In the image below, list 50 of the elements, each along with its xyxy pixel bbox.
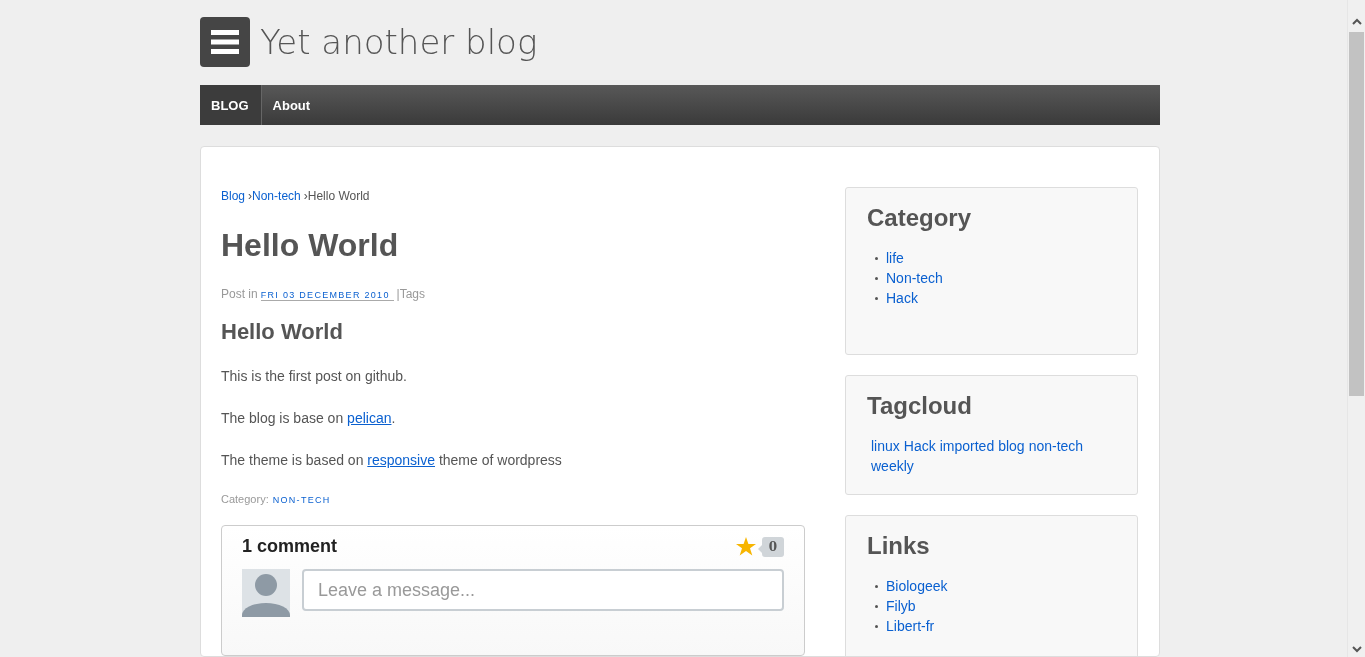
meta-text: |Tags [396, 287, 425, 302]
nav-link[interactable]: BLOG [200, 84, 262, 126]
breadcrumb-separator: › [302, 189, 308, 204]
tag-link[interactable]: weekly [871, 458, 914, 475]
tag-link[interactable]: Hack [903, 438, 936, 455]
sidebar-link[interactable]: Filyb [886, 598, 916, 615]
widget-title: Tagcloud [867, 392, 973, 421]
bullet-icon [875, 276, 878, 280]
scroll-up-icon[interactable] [1351, 18, 1362, 26]
sidebar-link[interactable]: Biologeek [886, 578, 948, 595]
breadcrumb-current: Hello World [307, 189, 370, 204]
paragraph: The theme is based on responsive theme of wordpress [221, 451, 563, 471]
scrollbar[interactable] [1347, 0, 1365, 657]
sidebar-link[interactable]: Hack [886, 290, 918, 307]
text-link[interactable]: responsive [367, 452, 435, 469]
star-icon[interactable] [735, 537, 756, 557]
widget-title: Links [867, 532, 931, 561]
comment-count: 1 comment [242, 536, 338, 558]
breadcrumb-link[interactable]: Blog [221, 189, 246, 204]
post-heading: Hello World [221, 319, 344, 346]
tag-link[interactable]: blog [998, 438, 1025, 455]
breadcrumb-link[interactable]: Non-tech [252, 189, 301, 204]
widget-title: Category [867, 204, 973, 233]
avatar-silhouette [242, 569, 290, 618]
bullet-icon [875, 624, 878, 628]
bullet-icon [875, 256, 878, 260]
bullet-icon [875, 296, 878, 300]
meta-text: Post in [221, 287, 258, 302]
category-link[interactable]: NON-TECH [272, 495, 331, 506]
bullet-icon [875, 584, 878, 588]
message-field[interactable]: Leave a message... [302, 569, 784, 612]
site-title: Yet another blog [260, 22, 538, 63]
nav-link[interactable]: About [261, 84, 324, 126]
sidebar-link[interactable]: Non-tech [886, 270, 943, 287]
paragraph: The blog is base on pelican. [221, 409, 397, 429]
post-title: Hello World [221, 226, 400, 266]
category-label: Category: [221, 493, 269, 506]
date-link[interactable]: FRI 03 DECEMBER 2010 [260, 290, 394, 302]
bullet-icon [875, 604, 878, 608]
tag-link[interactable]: linux [871, 438, 900, 455]
paragraph: This is the first post on github. [221, 367, 408, 387]
tag-link[interactable]: non-tech [1028, 438, 1084, 455]
menu-icon[interactable] [200, 17, 250, 68]
sidebar-link[interactable]: life [886, 250, 904, 267]
scroll-thumb[interactable] [1349, 32, 1364, 396]
sidebar-link[interactable]: Libert-fr [886, 618, 935, 635]
breadcrumb-separator: › [247, 189, 253, 204]
tag-link[interactable]: imported [939, 438, 995, 455]
star-count: 0 [761, 536, 784, 557]
scroll-down-icon[interactable] [1351, 645, 1362, 653]
